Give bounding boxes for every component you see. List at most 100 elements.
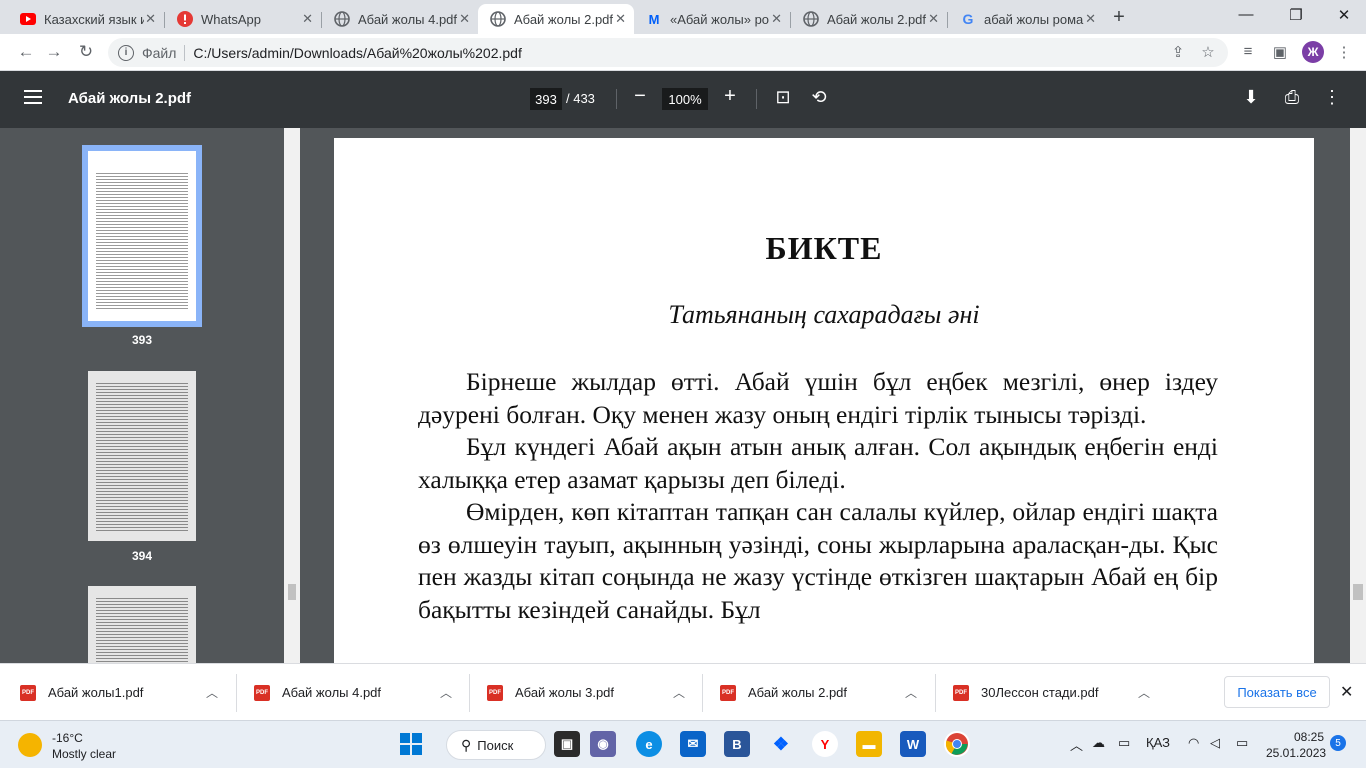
download-item[interactable]: PDF Абай жолы1.pdf: [20, 664, 143, 721]
download-item[interactable]: PDF Абай жолы 2.pdf: [720, 664, 847, 721]
teams-chat-icon[interactable]: ◉: [590, 731, 616, 757]
monitor-icon[interactable]: ▭: [1118, 735, 1130, 751]
tab-title: Абай жолы 4.pdf: [358, 11, 458, 27]
tray-chevron-up-icon[interactable]: ︿: [1070, 735, 1083, 754]
thumbnail-label: 393: [131, 333, 153, 347]
taskbar-search-button[interactable]: ⚲ Поиск: [446, 730, 546, 760]
mail-icon[interactable]: ✉: [680, 731, 706, 757]
tab-kazakh-youtube[interactable]: Казахский язык и ✕: [8, 4, 164, 34]
close-downloads-icon[interactable]: ✕: [1340, 682, 1353, 702]
dropbox-icon[interactable]: ❖: [768, 731, 794, 757]
download-divider: [702, 674, 703, 712]
wifi-icon[interactable]: ◠: [1188, 735, 1199, 751]
toolbar-divider: [616, 89, 617, 109]
share-icon[interactable]: ⇪: [1168, 43, 1188, 61]
back-button[interactable]: ←: [16, 42, 36, 62]
zoom-in-button[interactable]: +: [720, 85, 740, 108]
tab-abai-2-second[interactable]: Абай жолы 2.pdf ✕: [791, 4, 947, 34]
tab-title: Абай жолы 2.pdf: [827, 11, 927, 27]
url-scheme: Файл: [142, 44, 177, 61]
thumbnail-395[interactable]: [88, 586, 196, 663]
notification-badge[interactable]: 5: [1330, 735, 1346, 751]
chevron-up-icon[interactable]: ︿: [905, 684, 917, 701]
more-actions-icon[interactable]: ⋮: [1321, 87, 1343, 108]
profile-avatar[interactable]: Ж: [1302, 41, 1324, 63]
info-icon[interactable]: i: [118, 44, 134, 61]
restore-button[interactable]: ❐: [1286, 6, 1306, 24]
thumbnail-sidebar: 393 394: [0, 128, 284, 663]
youtube-icon: [20, 11, 36, 27]
windows-start-icon[interactable]: [398, 731, 424, 757]
tab-whatsapp[interactable]: WhatsApp ✕: [165, 4, 321, 34]
volume-icon[interactable]: ◁: [1210, 735, 1220, 751]
search-icon: ⚲: [461, 736, 472, 753]
forward-button[interactable]: →: [44, 42, 64, 62]
download-item[interactable]: PDF Абай жолы 4.pdf: [254, 664, 381, 721]
download-icon[interactable]: ⬇: [1240, 87, 1262, 108]
tab-title: WhatsApp: [201, 11, 261, 27]
viewer-scrollbar[interactable]: [1350, 128, 1366, 663]
file-explorer-icon[interactable]: ▬: [856, 731, 882, 757]
page-number-input[interactable]: 393: [530, 88, 562, 110]
task-view-icon[interactable]: ▣: [554, 731, 580, 757]
tab-close-icon[interactable]: ✕: [615, 11, 626, 27]
yandex-icon[interactable]: Y: [812, 731, 838, 757]
tab-close-icon[interactable]: ✕: [928, 11, 939, 27]
battery-icon[interactable]: ▭: [1236, 735, 1248, 751]
language-indicator[interactable]: ҚАЗ: [1146, 735, 1170, 750]
show-all-downloads-button[interactable]: Показать все: [1224, 676, 1330, 708]
zoom-out-button[interactable]: −: [632, 85, 648, 108]
menu-icon[interactable]: [24, 90, 42, 104]
chevron-up-icon[interactable]: ︿: [440, 684, 452, 701]
download-filename: Абай жолы 2.pdf: [748, 685, 848, 700]
tab-abai-roman-mail[interactable]: M «Абай жолы» ро ✕: [634, 4, 790, 34]
tab-abai-4[interactable]: Абай жолы 4.pdf ✕: [322, 4, 478, 34]
clock-time: 08:25: [1293, 730, 1324, 744]
tab-close-icon[interactable]: ✕: [771, 11, 782, 27]
download-filename: Абай жолы 4.pdf: [282, 685, 382, 700]
tab-close-icon[interactable]: ✕: [302, 11, 313, 27]
pdf-page: БИКТЕ Татьянаның сахарадағы әні Бірнеше …: [334, 138, 1314, 663]
thumbnail-text: [96, 171, 188, 311]
edge-icon[interactable]: e: [636, 731, 662, 757]
tab-title: абай жолы рома: [984, 11, 1084, 27]
tab-close-icon[interactable]: ✕: [459, 11, 470, 27]
globe-icon: [334, 11, 350, 27]
chrome-icon[interactable]: [944, 731, 970, 757]
tab-close-icon[interactable]: ✕: [145, 11, 156, 27]
pdf-viewer[interactable]: БИКТЕ Татьянаның сахарадағы әні Бірнеше …: [300, 128, 1350, 663]
rotate-icon[interactable]: ⟲: [808, 87, 830, 108]
system-clock[interactable]: 08:25 25.01.2023: [1266, 729, 1326, 761]
chevron-up-icon[interactable]: ︿: [206, 684, 218, 701]
word-icon[interactable]: W: [900, 731, 926, 757]
reload-button[interactable]: ↻: [76, 42, 96, 62]
download-item[interactable]: PDF Абай жолы 3.pdf: [487, 664, 614, 721]
side-panel-icon[interactable]: ▣: [1270, 43, 1290, 61]
tab-close-icon[interactable]: ✕: [1085, 11, 1096, 27]
new-tab-button[interactable]: +: [1108, 6, 1130, 29]
download-item[interactable]: PDF 30Лессон стади.pdf: [953, 664, 1098, 721]
more-menu-icon[interactable]: ⋮: [1334, 43, 1354, 61]
print-icon[interactable]: ⎙: [1281, 87, 1303, 108]
vk-icon[interactable]: B: [724, 731, 750, 757]
tab-google-search[interactable]: G абай жолы рома ✕: [948, 4, 1104, 34]
sidebar-scroll-thumb[interactable]: [288, 584, 296, 600]
minimize-button[interactable]: —: [1236, 6, 1256, 23]
download-filename: 30Лессон стади.pdf: [981, 685, 1099, 700]
download-divider: [236, 674, 237, 712]
chevron-up-icon[interactable]: ︿: [1138, 684, 1150, 701]
tab-abai-2-active[interactable]: Абай жолы 2.pdf ✕: [478, 4, 634, 34]
fit-page-icon[interactable]: ⊡: [772, 87, 794, 108]
zoom-level-input[interactable]: 100%: [662, 88, 708, 110]
reading-list-icon[interactable]: ≡: [1238, 43, 1258, 60]
chevron-up-icon[interactable]: ︿: [673, 684, 685, 701]
bookmark-star-icon[interactable]: ☆: [1198, 43, 1218, 61]
weather-widget[interactable]: -16°C Mostly clear: [18, 731, 148, 761]
sidebar-scrollbar[interactable]: [284, 128, 300, 663]
cloud-icon[interactable]: ☁: [1092, 735, 1105, 751]
close-window-button[interactable]: ✕: [1334, 6, 1354, 24]
address-bar[interactable]: i Файл C:/Users/admin/Downloads/Абай%20ж…: [108, 38, 1228, 67]
viewer-scroll-thumb[interactable]: [1353, 584, 1363, 600]
thumbnail-393[interactable]: [88, 151, 196, 321]
thumbnail-394[interactable]: [88, 371, 196, 541]
